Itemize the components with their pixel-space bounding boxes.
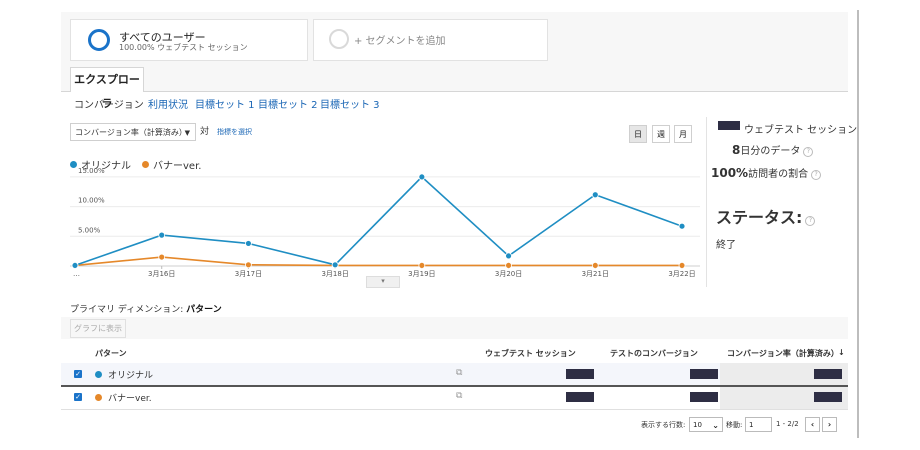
redacted-value: [690, 369, 718, 379]
x-tick-label: 3月17日: [235, 270, 262, 278]
chevron-down-icon: ⌄: [712, 421, 719, 430]
header-conversion-rate[interactable]: コンバージョン率（計算済み）: [727, 348, 839, 359]
x-tick-label: 3月19日: [408, 270, 435, 278]
data-point: [591, 191, 599, 199]
data-point: [158, 253, 166, 261]
primary-dimension-label: プライマリ ディメンション:: [70, 305, 184, 315]
help-icon[interactable]: ?: [811, 170, 822, 180]
y-tick-label: 10.00%: [78, 197, 105, 205]
goto-label: 移動:: [726, 421, 743, 429]
series-line: [74, 175, 683, 267]
primary-dimension: プライマリ ディメンション: パターン: [70, 302, 222, 315]
chart-resize-handle[interactable]: ▾: [366, 276, 400, 288]
data-point: [505, 252, 512, 260]
header-sessions[interactable]: ウェブテスト セッション: [485, 348, 576, 359]
help-icon[interactable]: ?: [805, 216, 816, 226]
sort-desc-icon[interactable]: ↓: [838, 348, 845, 357]
next-page-button[interactable]: ›: [822, 417, 837, 432]
y-tick-label: 15.00%: [78, 167, 105, 175]
redacted-value: [690, 392, 718, 402]
row-label[interactable]: オリジナル: [108, 368, 153, 381]
x-tick-label: 3月16日: [148, 270, 175, 278]
redacted-value: [566, 392, 594, 402]
primary-dimension-value[interactable]: パターン: [186, 305, 222, 315]
data-point: [678, 222, 686, 230]
redacted-value: [814, 369, 842, 379]
series-line: [74, 256, 682, 267]
status-label-text: ステータス:: [716, 208, 803, 227]
data-point: [591, 262, 599, 269]
series-dot-icon: [95, 371, 102, 378]
x-tick-label: 3月18日: [321, 270, 348, 278]
visitor-percent: 100%訪問者の割合?: [711, 165, 822, 180]
row-label[interactable]: バナーver.: [108, 391, 152, 404]
data-point: [245, 261, 252, 269]
data-point: [245, 240, 252, 247]
rows-per-page-label: 表示する行数:: [641, 421, 686, 429]
show-in-graph-button[interactable]: グラフに表示: [70, 319, 126, 338]
x-tick-label: …: [73, 270, 80, 278]
redacted-box: [718, 121, 740, 130]
redacted-value: [566, 369, 594, 379]
data-point: [505, 262, 512, 269]
percent-number: 100%: [711, 166, 749, 180]
prev-page-button[interactable]: ‹: [805, 417, 820, 432]
page-range: 1 - 2/2: [776, 420, 799, 428]
table-toolbar: [61, 317, 848, 339]
x-tick-label: 3月20日: [495, 270, 522, 278]
x-tick-label: 3月22日: [668, 270, 695, 278]
data-point: [331, 261, 339, 269]
rows-per-page-select[interactable]: 10 ⌄: [689, 417, 723, 432]
data-point: [678, 262, 686, 269]
info-title: ウェブテスト セッション: [744, 125, 858, 136]
data-point: [418, 262, 426, 269]
data-point: [71, 262, 79, 269]
y-tick-label: 5.00%: [78, 226, 101, 234]
help-icon[interactable]: ?: [803, 147, 814, 157]
percent-text: 訪問者の割合: [748, 169, 809, 180]
x-tick-label: 3月21日: [582, 270, 609, 278]
copy-icon[interactable]: ⧉: [456, 391, 462, 401]
series-dot-icon: [95, 394, 102, 401]
copy-icon[interactable]: ⧉: [456, 368, 462, 378]
days-text: 日分のデータ: [740, 146, 801, 157]
data-point: [158, 231, 166, 239]
redacted-value: [814, 392, 842, 402]
goto-page-input[interactable]: 1: [745, 417, 772, 432]
status-value: 終了: [716, 240, 736, 251]
data-point: [418, 173, 426, 181]
header-test-conversions[interactable]: テストのコンバージョン: [610, 348, 698, 359]
row-checkbox[interactable]: ✓: [74, 393, 82, 401]
rows-per-page-value: 10: [693, 421, 702, 429]
status-label: ステータス:?: [716, 204, 816, 228]
info-divider: [706, 117, 707, 287]
days-of-data: 8日分のデータ?: [732, 142, 814, 157]
header-pattern[interactable]: パターン: [95, 348, 127, 359]
row-checkbox[interactable]: ✓: [74, 370, 82, 378]
